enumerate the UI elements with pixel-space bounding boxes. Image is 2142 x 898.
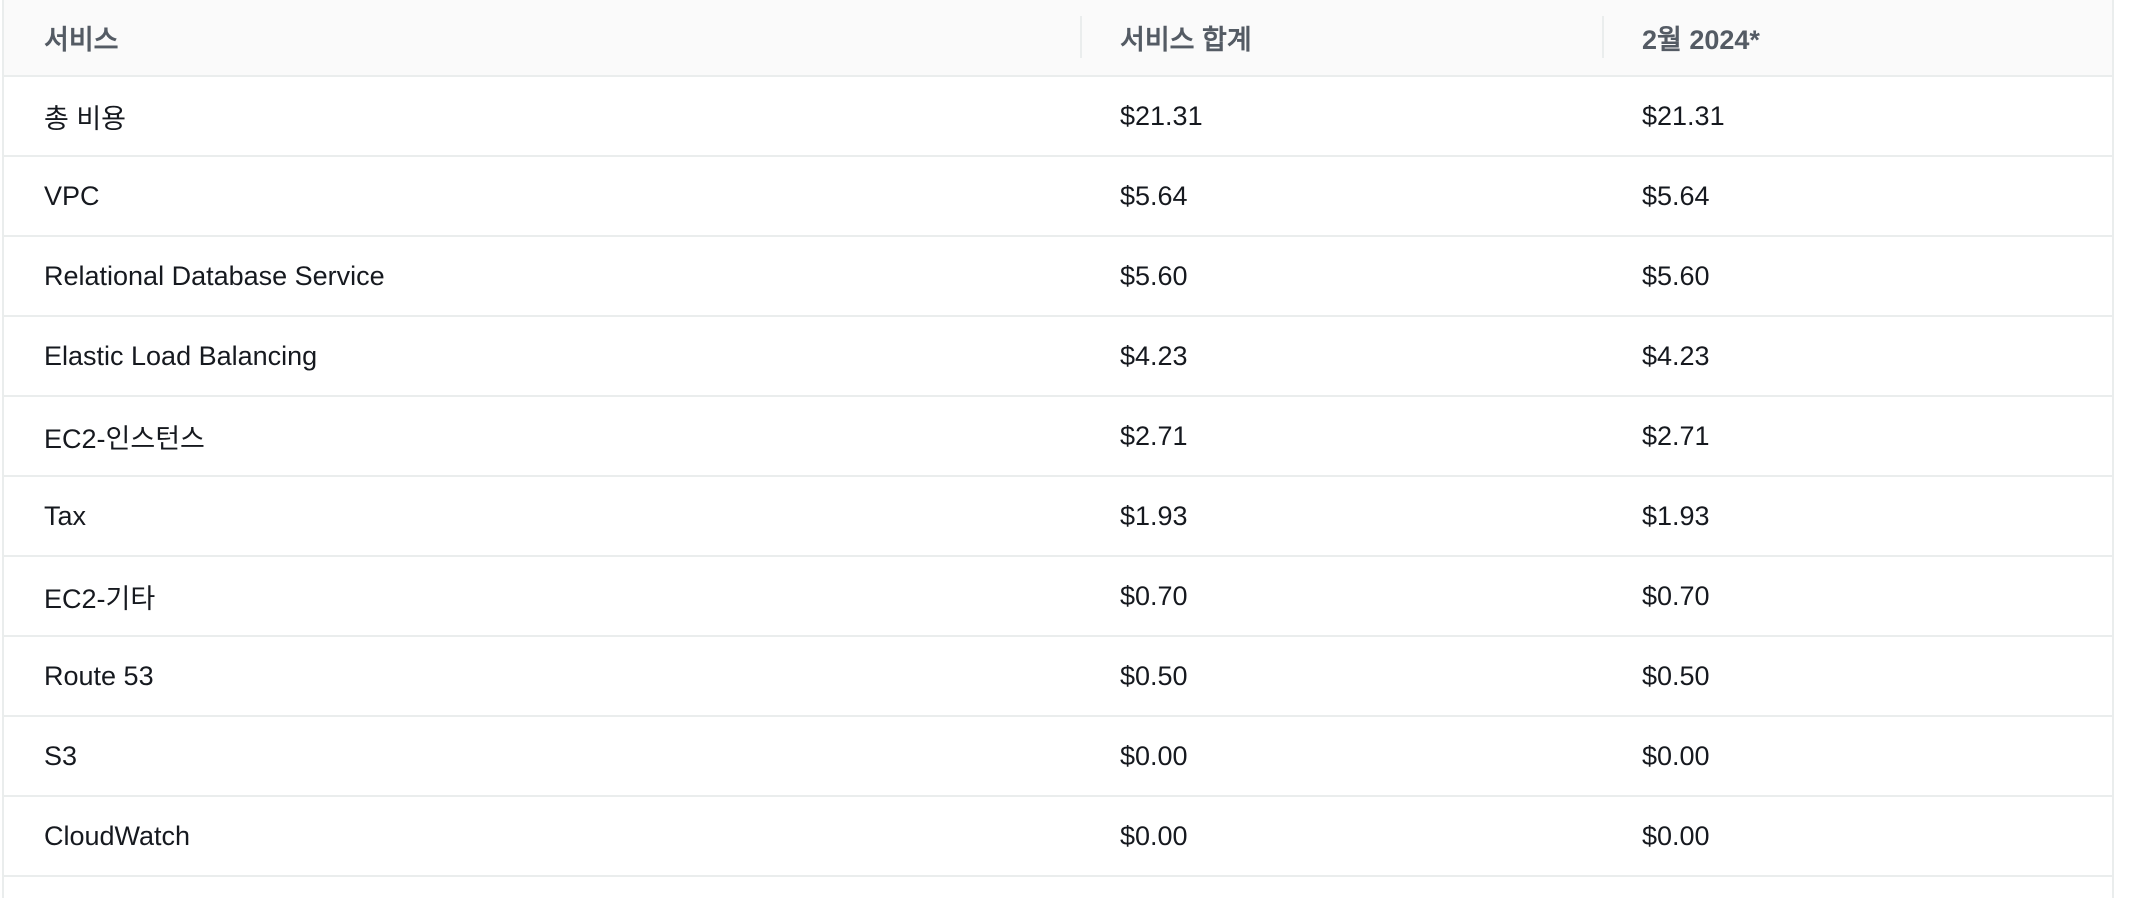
cell-service-total: $0.00 (1080, 796, 1602, 877)
table-row: EC2-인스턴스 $2.71 $2.71 (4, 396, 2112, 477)
cell-service: EC2-인스턴스 (4, 396, 1080, 477)
cell-month: $1.93 (1602, 476, 2112, 557)
cell-service-total: $0.70 (1080, 556, 1602, 637)
cell-month: $21.31 (1602, 76, 2112, 157)
table-row: 총 비용 $21.31 $21.31 (4, 76, 2112, 157)
cell-service-total: $21.31 (1080, 76, 1602, 157)
cell-month: $5.64 (1602, 156, 2112, 237)
table-row: S3 $0.00 $0.00 (4, 716, 2112, 797)
cell-service: VPC (4, 156, 1080, 237)
cost-breakdown-table-container: 서비스 서비스 합계 2월 2024* 총 비용 $21.31 $21.31 V… (2, 0, 2114, 898)
cell-month: $2.71 (1602, 396, 2112, 477)
cell-service: S3 (4, 716, 1080, 797)
page: 서비스 서비스 합계 2월 2024* 총 비용 $21.31 $21.31 V… (0, 0, 2142, 898)
cost-breakdown-table: 서비스 서비스 합계 2월 2024* 총 비용 $21.31 $21.31 V… (4, 0, 2112, 877)
table-row: CloudWatch $0.00 $0.00 (4, 796, 2112, 877)
cell-month: $0.00 (1602, 716, 2112, 797)
cell-month: $5.60 (1602, 236, 2112, 317)
cell-service-total: $0.00 (1080, 716, 1602, 797)
column-header-service[interactable]: 서비스 (4, 0, 1080, 77)
cell-service-total: $0.50 (1080, 636, 1602, 717)
table-header-row: 서비스 서비스 합계 2월 2024* (4, 0, 2112, 77)
table-row: EC2-기타 $0.70 $0.70 (4, 556, 2112, 637)
cell-service: CloudWatch (4, 796, 1080, 877)
table-row: VPC $5.64 $5.64 (4, 156, 2112, 237)
cell-service: Relational Database Service (4, 236, 1080, 317)
cell-service-total: $2.71 (1080, 396, 1602, 477)
cell-service-total: $5.60 (1080, 236, 1602, 317)
table-body: 총 비용 $21.31 $21.31 VPC $5.64 $5.64 Relat… (4, 76, 2112, 877)
column-header-service-total[interactable]: 서비스 합계 (1080, 0, 1602, 77)
table-row: Elastic Load Balancing $4.23 $4.23 (4, 316, 2112, 397)
cell-month: $0.00 (1602, 796, 2112, 877)
cell-month: $4.23 (1602, 316, 2112, 397)
cell-month: $0.70 (1602, 556, 2112, 637)
table-header: 서비스 서비스 합계 2월 2024* (4, 0, 2112, 77)
cell-service: Route 53 (4, 636, 1080, 717)
table-row: Route 53 $0.50 $0.50 (4, 636, 2112, 717)
cell-service-total: $5.64 (1080, 156, 1602, 237)
cell-month: $0.50 (1602, 636, 2112, 717)
table-row: Tax $1.93 $1.93 (4, 476, 2112, 557)
table-row: Relational Database Service $5.60 $5.60 (4, 236, 2112, 317)
cell-service-total: $4.23 (1080, 316, 1602, 397)
cell-service: 총 비용 (4, 76, 1080, 157)
cell-service: Tax (4, 476, 1080, 557)
cell-service-total: $1.93 (1080, 476, 1602, 557)
cell-service: EC2-기타 (4, 556, 1080, 637)
cell-service: Elastic Load Balancing (4, 316, 1080, 397)
column-header-month[interactable]: 2월 2024* (1602, 0, 2112, 77)
